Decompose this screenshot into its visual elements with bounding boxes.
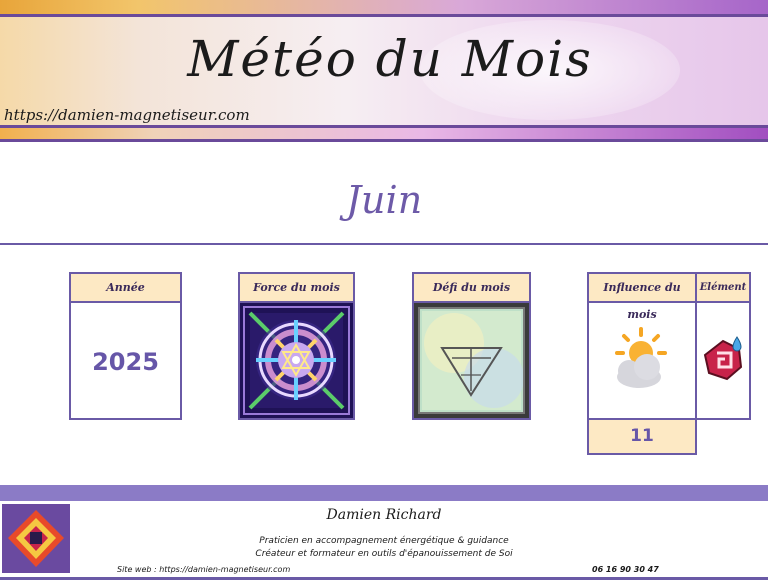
water-element-spiral-icon [697, 303, 749, 418]
year-value: 2025 [92, 348, 159, 376]
footer-divider [0, 577, 768, 580]
site-url[interactable]: https://damien-magnetiseur.com [4, 106, 250, 124]
force-header: Force du mois [240, 274, 353, 303]
element-card: Elément [695, 272, 751, 420]
defi-card: Défi du mois [412, 272, 531, 420]
sun-behind-cloud-icon [589, 303, 695, 418]
author-description: Praticien en accompagnement énergétique … [259, 536, 509, 546]
influence-value: 11 [587, 418, 697, 455]
year-card: Année 2025 [69, 272, 182, 420]
banner-top-strip [0, 0, 768, 14]
author-name: Damien Richard [326, 507, 442, 523]
banner-bottom-strip [0, 128, 768, 139]
author-description: Créateur et formateur en outils d'épanou… [255, 549, 513, 559]
triangle-card-image [414, 303, 529, 418]
footer-phone[interactable]: 06 16 90 30 47 [592, 565, 659, 574]
banner-divider [0, 14, 768, 17]
page-title: Météo du Mois [187, 30, 593, 88]
defi-header: Défi du mois [414, 274, 529, 303]
element-header: Elément [697, 274, 749, 303]
month-title: Juin [345, 178, 423, 222]
influence-card: Influence du mois [587, 272, 697, 420]
month-divider [0, 243, 768, 245]
year-header: Année [71, 274, 180, 303]
influence-header: Influence du mois [589, 274, 695, 321]
banner-divider [0, 139, 768, 142]
mandala-card-image [240, 303, 353, 418]
header-banner: Météo du Mois https://damien-magnetiseur… [0, 0, 768, 142]
force-card: Force du mois [238, 272, 355, 420]
footer-bar [0, 485, 768, 501]
footer-website[interactable]: Site web : https://damien-magnetiseur.co… [117, 565, 290, 574]
